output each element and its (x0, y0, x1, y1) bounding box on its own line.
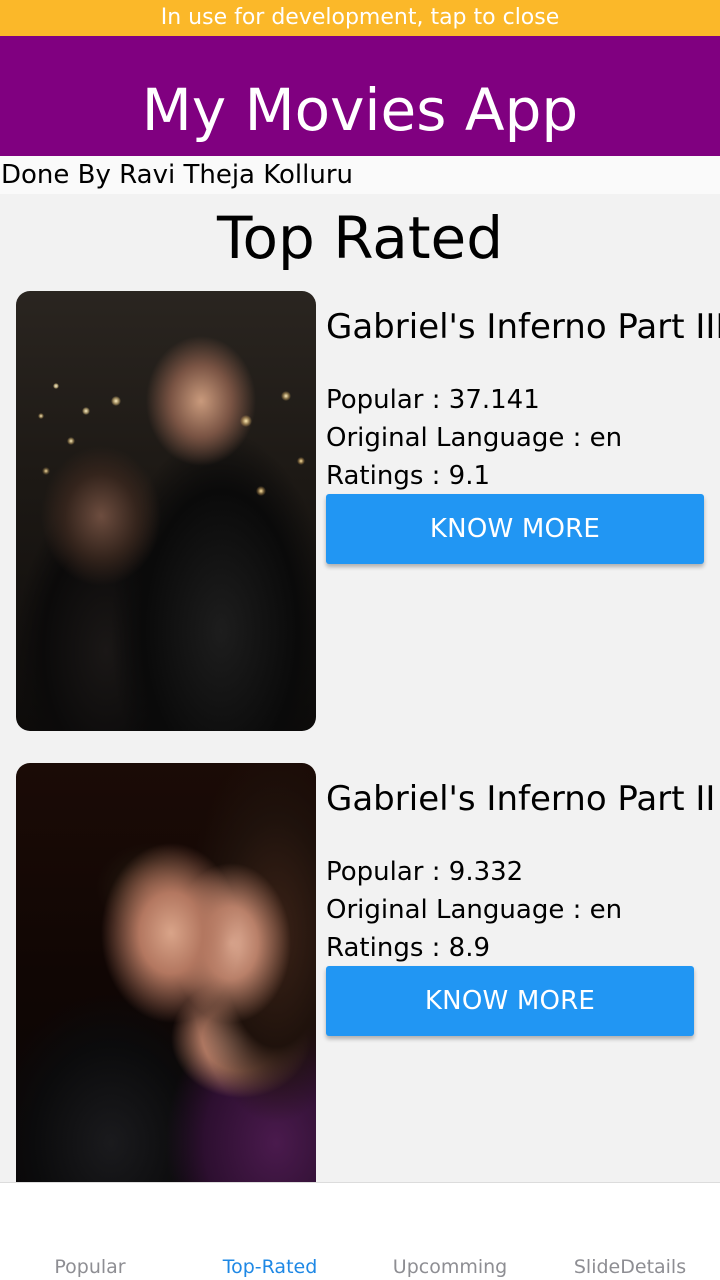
movie-card: Gabriel's Inferno Part III Popular : 37.… (0, 290, 720, 732)
movie-popularity: Popular : 9.332 (326, 857, 524, 887)
movie-poster (16, 291, 316, 731)
movie-rating: Ratings : 8.9 (326, 933, 491, 963)
movie-title: Gabriel's Inferno Part III (326, 307, 720, 347)
movie-language: Original Language : en (326, 423, 623, 453)
credit-text: Done By Ravi Theja Kolluru (1, 160, 353, 190)
development-banner[interactable]: In use for development, tap to close (0, 0, 720, 36)
tab-top-rated[interactable]: Top-Rated (180, 1255, 360, 1279)
know-more-button[interactable]: KNOW MORE (326, 494, 704, 564)
know-more-button[interactable]: KNOW MORE (326, 966, 694, 1036)
tab-slidedetails[interactable]: SlideDetails (540, 1255, 720, 1279)
app-title: My Movies App (141, 76, 579, 144)
movie-card: Gabriel's Inferno Part II Popular : 9.33… (0, 762, 720, 1193)
movie-rating: Ratings : 9.1 (326, 461, 491, 491)
tab-upcomming[interactable]: Upcomming (360, 1255, 540, 1279)
movie-title: Gabriel's Inferno Part II (326, 779, 716, 819)
development-banner-text: In use for development, tap to close (160, 5, 560, 30)
movie-language: Original Language : en (326, 895, 623, 925)
movie-poster (16, 763, 316, 1193)
movie-popularity: Popular : 37.141 (326, 385, 540, 415)
tab-popular[interactable]: Popular (0, 1255, 180, 1279)
section-title: Top Rated (216, 204, 504, 272)
app-header: My Movies App (0, 36, 720, 156)
credit-line: Done By Ravi Theja Kolluru (0, 156, 720, 194)
bottom-tab-bar: Popular Top-Rated Upcomming SlideDetails (0, 1182, 720, 1280)
